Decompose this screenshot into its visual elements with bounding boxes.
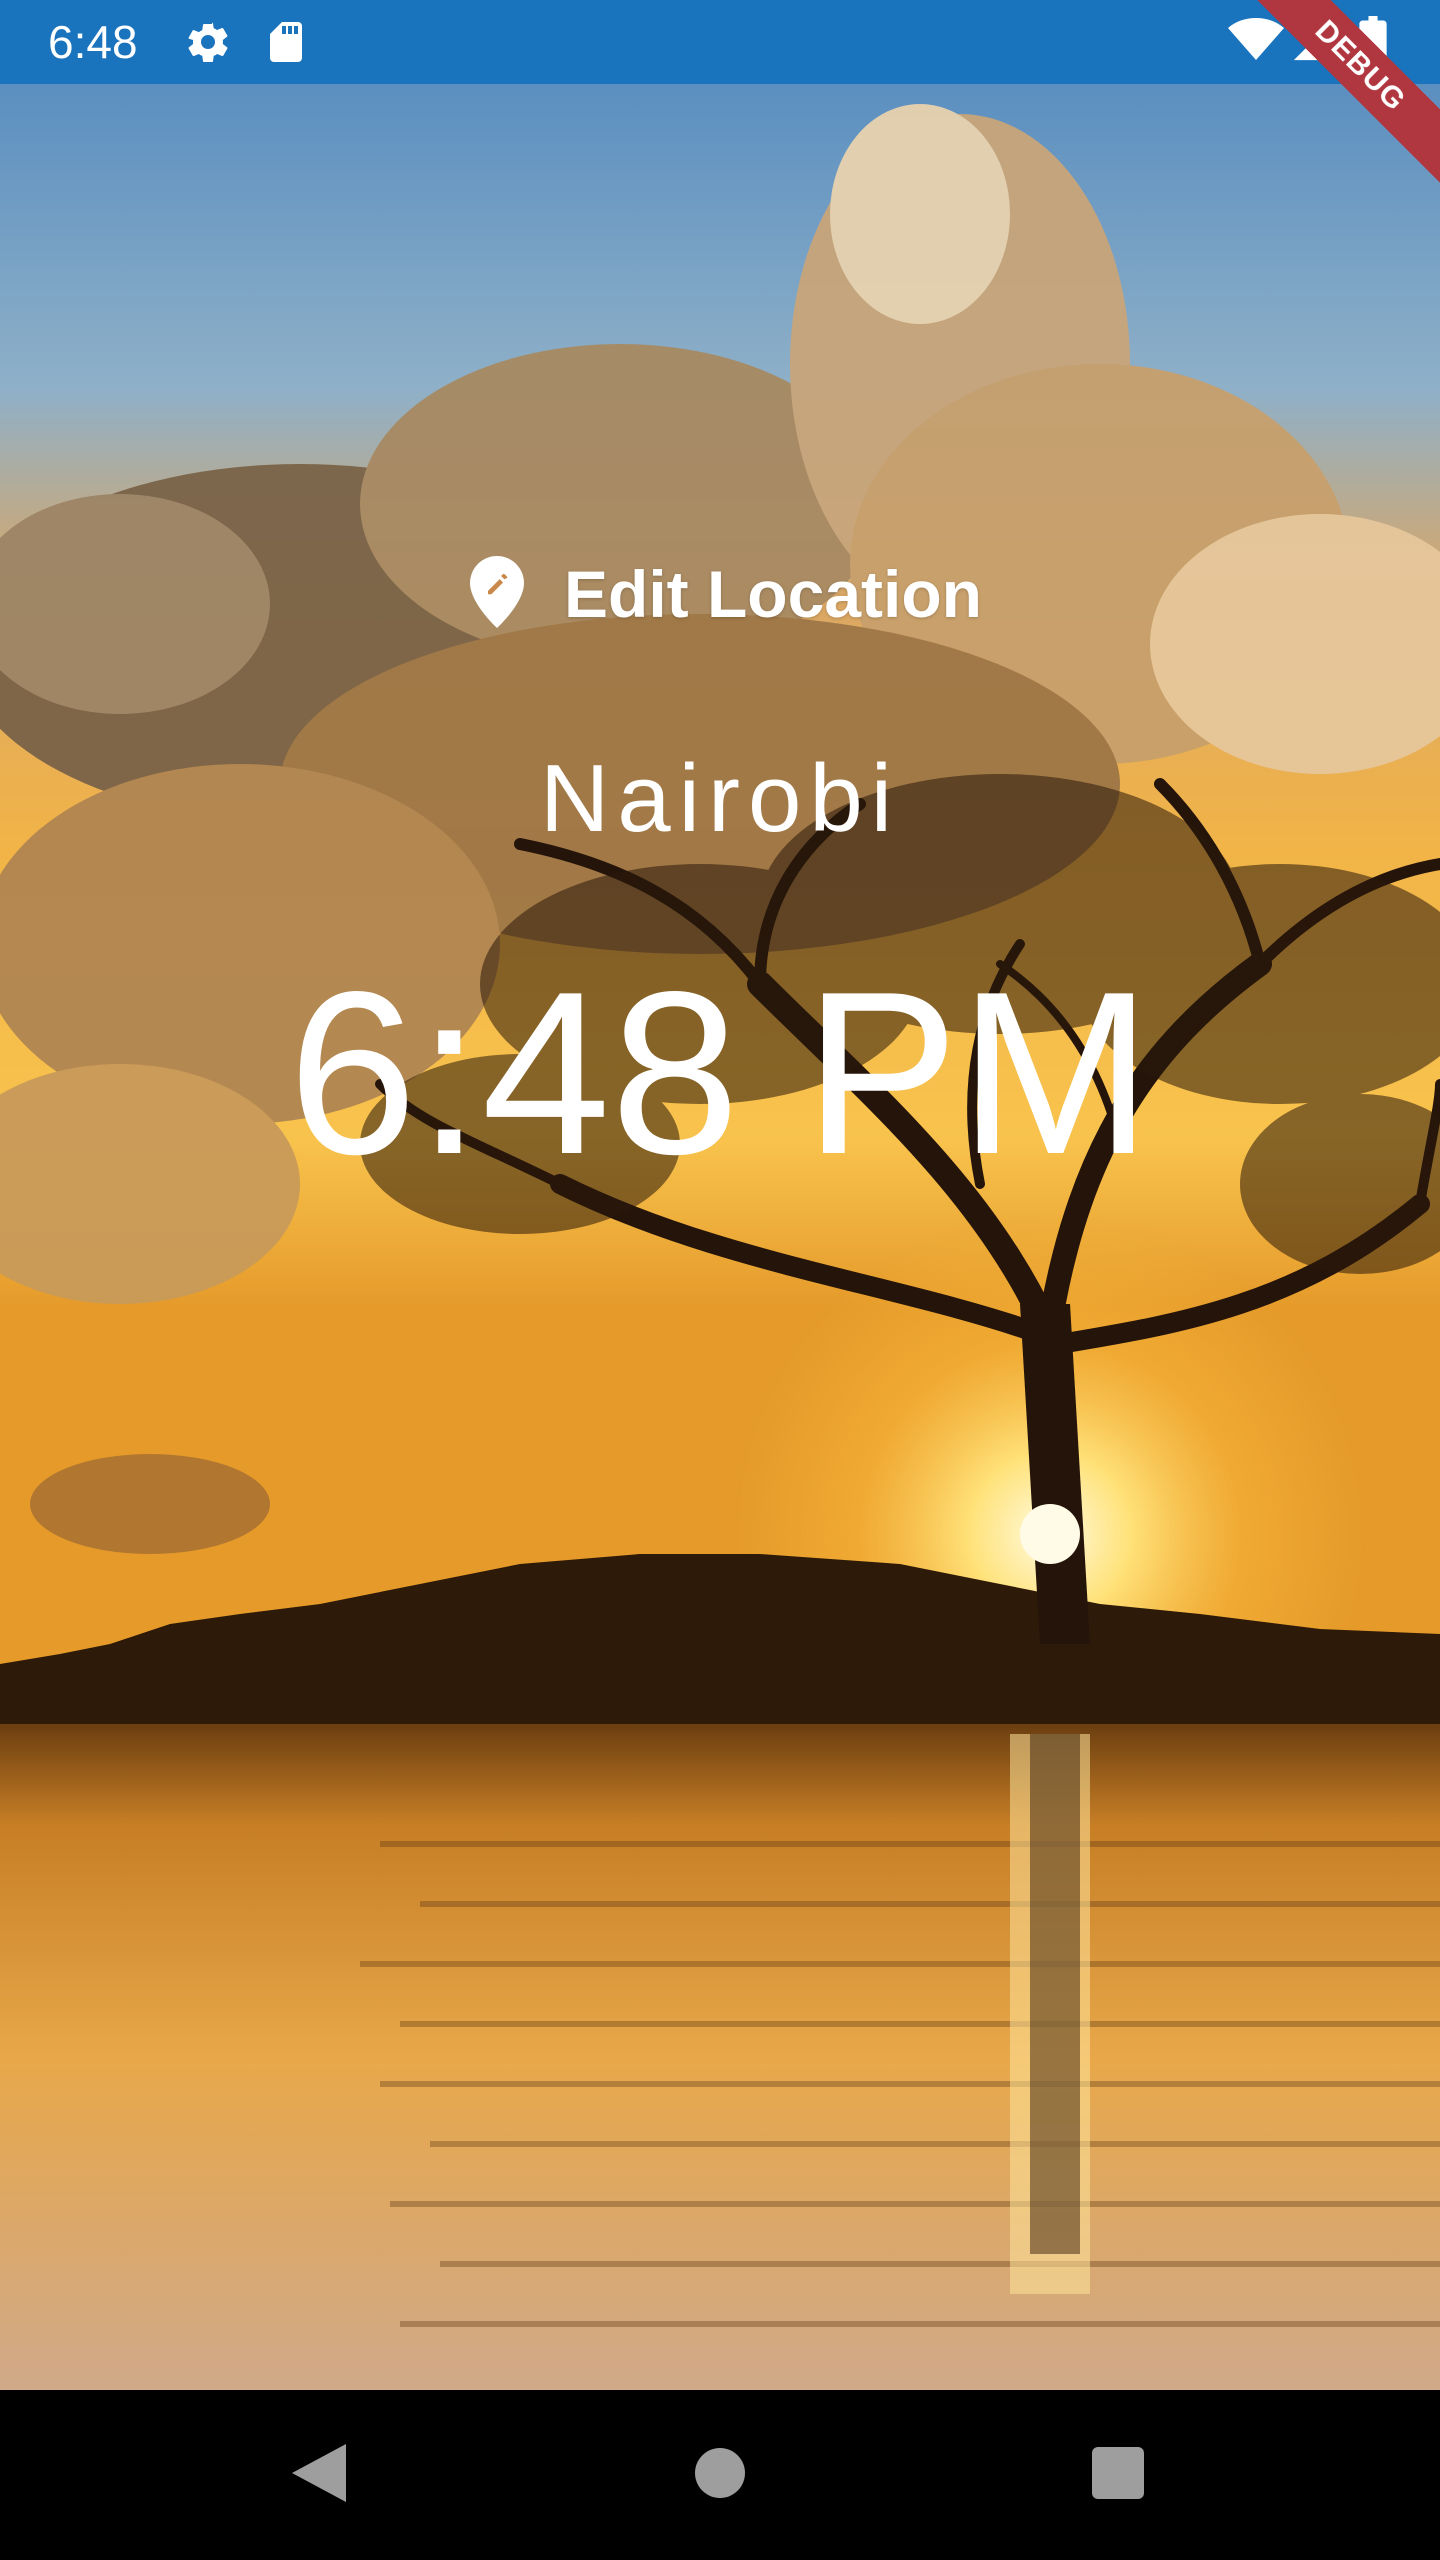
location-name: Nairobi (539, 745, 901, 852)
back-button[interactable] (273, 2430, 363, 2520)
background-image (0, 84, 1440, 2390)
home-button[interactable] (675, 2430, 765, 2520)
edit-location-label: Edit Location (564, 557, 982, 631)
back-icon (288, 2442, 348, 2509)
time-display: 6:48 PM (288, 944, 1152, 1203)
wifi-icon (1228, 16, 1284, 69)
status-time: 6:48 (48, 16, 138, 68)
recents-button[interactable] (1073, 2430, 1163, 2520)
home-icon (694, 2447, 746, 2504)
app-screen: 6:48 DEBUG Edit Location Nairobi 6:48 PM (0, 0, 1440, 2560)
sd-card-icon (262, 18, 310, 71)
recents-icon (1091, 2446, 1145, 2505)
location-edit-icon (470, 555, 524, 633)
edit-location-button[interactable]: Edit Location (460, 544, 992, 644)
status-bar: 6:48 (0, 0, 1440, 84)
navigation-bar (0, 2390, 1440, 2560)
settings-icon (184, 18, 232, 71)
